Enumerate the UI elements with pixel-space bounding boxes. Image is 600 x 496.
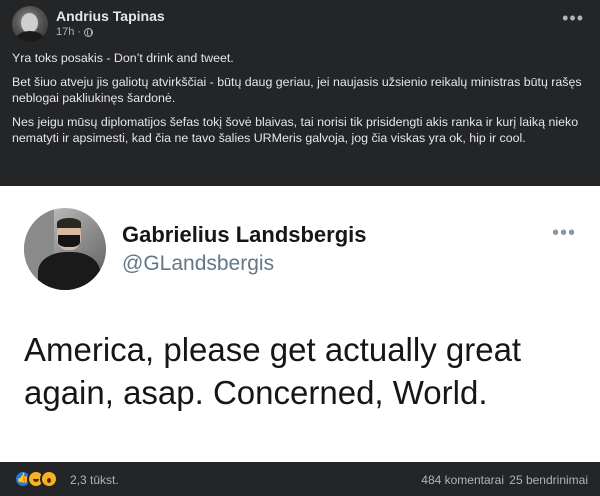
- wow-icon: [40, 470, 58, 488]
- post-footer: 👍 2,3 tūkst. 484 komentarai 25 bendrinim…: [0, 462, 600, 496]
- post-options-icon[interactable]: •••: [562, 8, 584, 29]
- post-paragraph: Nes jeigu mūsų diplomatijos šefas tokį š…: [12, 115, 579, 145]
- tweet-author-avatar: [24, 208, 106, 290]
- facebook-post: Andrius Tapinas 17h · ••• Yra toks posak…: [0, 0, 600, 186]
- post-paragraph: Bet šiuo atveju jis galiotų atvirkščiai …: [12, 75, 582, 105]
- author-avatar[interactable]: [12, 6, 48, 42]
- tweet-author-handle: @GLandsbergis: [122, 252, 275, 275]
- reaction-icons[interactable]: 👍: [14, 470, 58, 488]
- post-meta: 17h ·: [56, 26, 94, 38]
- post-timestamp[interactable]: 17h: [56, 26, 74, 38]
- tweet-options-icon: •••: [551, 222, 576, 244]
- post-body: Yra toks posakis - Don’t drink and tweet…: [12, 50, 588, 154]
- shares-count-link[interactable]: 25 bendrinimai: [509, 473, 588, 487]
- reaction-count[interactable]: 2,3 tūkst.: [70, 473, 119, 487]
- tweet-author-name: Gabrielius Landsbergis: [122, 222, 367, 247]
- meta-separator: ·: [77, 26, 82, 38]
- tweet-text: America, please get actually great again…: [24, 331, 522, 411]
- comments-count-link[interactable]: 484 komentarai: [421, 473, 504, 487]
- embedded-tweet-image[interactable]: Gabrielius Landsbergis @GLandsbergis •••…: [0, 186, 600, 462]
- post-paragraph: Yra toks posakis - Don’t drink and tweet…: [12, 51, 234, 65]
- globe-icon[interactable]: [84, 27, 94, 37]
- author-name[interactable]: Andrius Tapinas: [56, 8, 165, 24]
